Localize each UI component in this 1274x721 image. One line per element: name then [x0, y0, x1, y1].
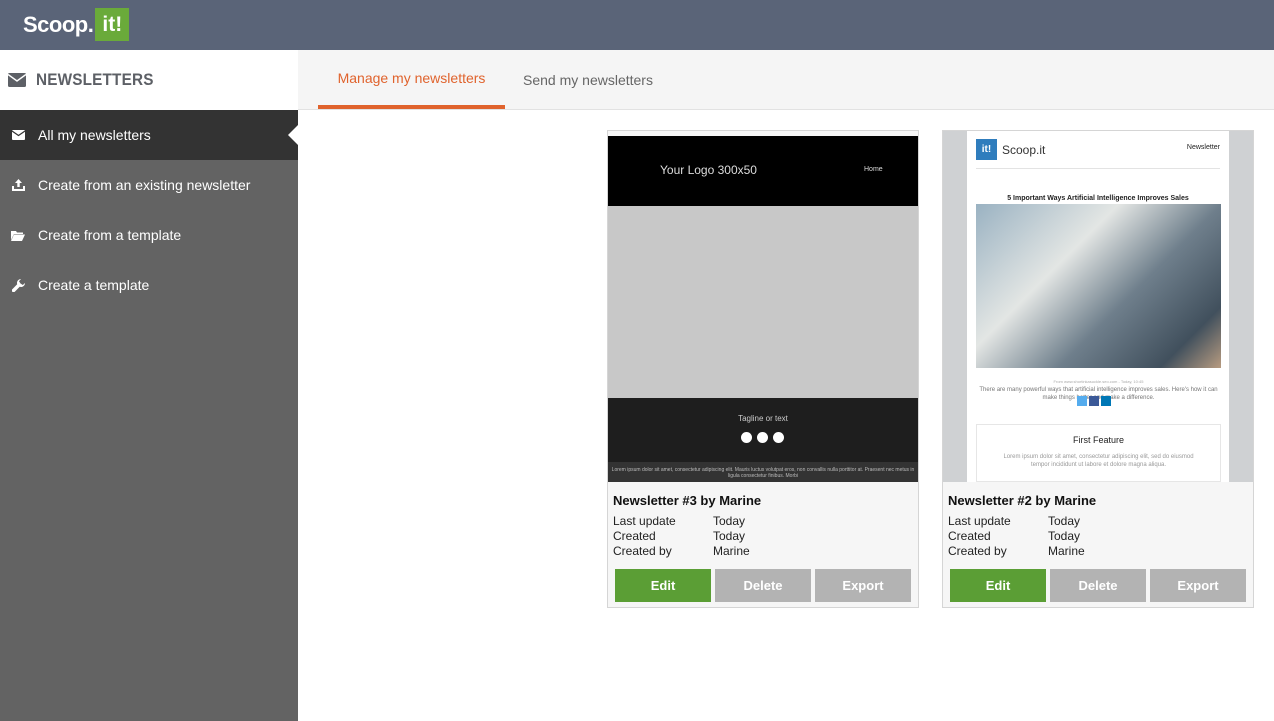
meta-created-by: Marine [1048, 544, 1085, 558]
meta-last-update: Today [713, 514, 746, 528]
wrench-icon [11, 278, 25, 292]
meta-created: Today [713, 529, 746, 543]
delete-button[interactable]: Delete [1050, 569, 1146, 602]
preview-logo-text: Your Logo 300x50 [660, 163, 757, 177]
export-button[interactable]: Export [815, 569, 911, 602]
newsletter-meta: Last update Today Created Today Created by… [613, 514, 750, 559]
folder-open-icon [11, 228, 25, 242]
meta-label: Created [948, 529, 991, 543]
preview-feature-title: First Feature [1072, 435, 1124, 445]
preview-source: From www.shortinkasuckle.seo.com - Today… [1053, 379, 1144, 384]
card-actions: Edit Delete Export [615, 569, 911, 602]
sidebar-title: NEWSLETTERS [36, 70, 154, 89]
meta-created-by: Marine [713, 544, 750, 558]
newsletter-name: Newsletter #3 by Marine [613, 493, 762, 508]
preview-divider [976, 168, 1220, 169]
sidebar-item-create-from-existing[interactable]: Create from an existing newsletter [0, 160, 298, 210]
meta-label: Last update [948, 514, 1011, 528]
preview-headline: 5 Important Ways Artificial Intelligence… [1007, 195, 1189, 202]
top-bar: Scoop. it! [0, 0, 1274, 50]
newsletter-preview[interactable]: it! Scoop.it Newsletter 5 Important Ways… [943, 131, 1253, 482]
meta-label: Created by [948, 544, 1007, 558]
newsletter-preview[interactable]: Your Logo 300x50 Home Tagline or text Lo… [608, 131, 918, 482]
meta-label: Created by [613, 544, 672, 558]
edit-button[interactable]: Edit [615, 569, 711, 602]
envelope-icon [11, 128, 25, 142]
tab-manage-newsletters[interactable]: Manage my newsletters [318, 50, 505, 109]
tab-send-newsletters[interactable]: Send my newsletters [513, 50, 663, 109]
envelope-icon [7, 73, 27, 87]
sidebar-item-create-from-template[interactable]: Create from a template [0, 210, 298, 260]
meta-label: Created [613, 529, 656, 543]
meta-label: Last update [613, 514, 676, 528]
twitter-icon [757, 432, 768, 443]
sidebar-item-create-template[interactable]: Create a template [0, 260, 298, 310]
meta-created: Today [1048, 529, 1081, 543]
tabs-bar: Manage my newsletters Send my newsletter… [298, 50, 1274, 110]
twitter-icon [1077, 396, 1087, 406]
logo-word: Scoop. [23, 11, 94, 37]
sidebar-item-label: Create a template [38, 277, 150, 293]
delete-button[interactable]: Delete [715, 569, 811, 602]
sidebar-item-all-newsletters[interactable]: All my newsletters [0, 110, 298, 160]
sidebar-menu: All my newsletters Create from an existi… [0, 110, 298, 310]
newsletter-name: Newsletter #2 by Marine [948, 493, 1097, 508]
preview-feature-text: Lorem ipsum dolor sit amet, consectetur … [1003, 454, 1194, 468]
edit-button[interactable]: Edit [950, 569, 1046, 602]
newsletter-card: Your Logo 300x50 Home Tagline or text Lo… [607, 130, 919, 608]
export-button[interactable]: Export [1150, 569, 1246, 602]
newsletter-meta: Last update Today Created Today Created by… [948, 514, 1085, 559]
preview-header: Your Logo 300x50 Home [608, 136, 918, 206]
preview-home-link: Home [864, 166, 883, 173]
preview-footer: Tagline or text [608, 398, 918, 462]
meta-last-update: Today [1048, 514, 1081, 528]
preview-footer-text: Lorem ipsum dolor sit amet, consectetur … [608, 462, 918, 482]
preview-feature-box: First Feature Lorem ipsum dolor sit amet… [976, 424, 1221, 482]
preview-scoopit-logo: it! Scoop.it [976, 139, 1045, 160]
sidebar-item-label: Create from an existing newsletter [38, 177, 251, 193]
preview-social-icons [1077, 396, 1111, 406]
preview-logo-word: Scoop.it [1002, 142, 1046, 157]
card-actions: Edit Delete Export [950, 569, 1246, 602]
preview-page: it! Scoop.it Newsletter 5 Important Ways… [967, 131, 1229, 482]
linkedin-icon [773, 432, 784, 443]
preview-article-image [976, 204, 1221, 368]
preview-logo-badge: it! [976, 139, 997, 160]
sidebar-header: NEWSLETTERS [0, 50, 316, 110]
linkedin-icon [1101, 396, 1111, 406]
facebook-icon [741, 432, 752, 443]
facebook-icon [1089, 396, 1099, 406]
preview-label: Newsletter [1186, 144, 1220, 151]
upload-icon [11, 178, 25, 192]
scoopit-logo[interactable]: Scoop. it! [23, 8, 130, 41]
preview-body [608, 206, 918, 398]
preview-tagline: Tagline or text [738, 414, 788, 423]
preview-social-icons [741, 432, 784, 443]
sidebar-item-label: Create from a template [38, 227, 182, 243]
newsletter-card: it! Scoop.it Newsletter 5 Important Ways… [942, 130, 1254, 608]
sidebar: All my newsletters Create from an existi… [0, 50, 298, 721]
logo-badge: it! [95, 8, 130, 41]
sidebar-item-label: All my newsletters [38, 127, 151, 143]
